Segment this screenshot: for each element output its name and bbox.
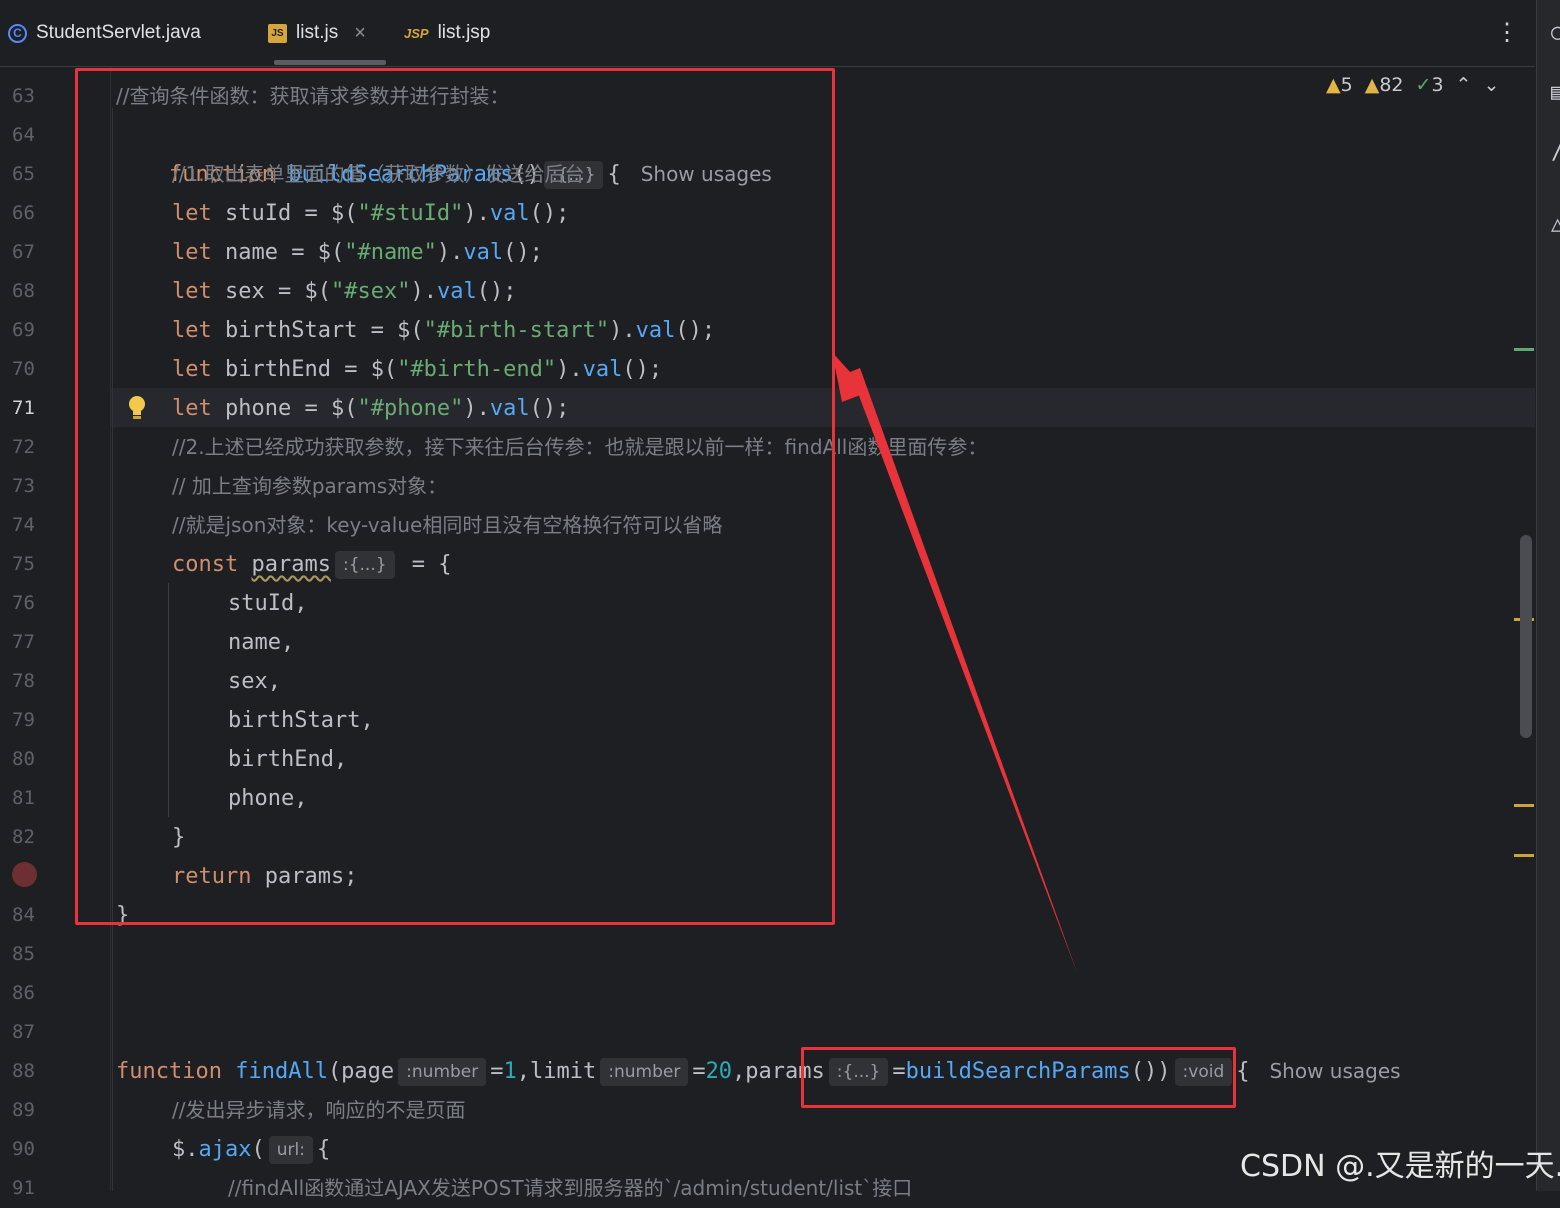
annotation-arrow <box>832 352 1078 975</box>
watermark: CSDN @.又是新的一天. <box>1240 1149 1560 1184</box>
